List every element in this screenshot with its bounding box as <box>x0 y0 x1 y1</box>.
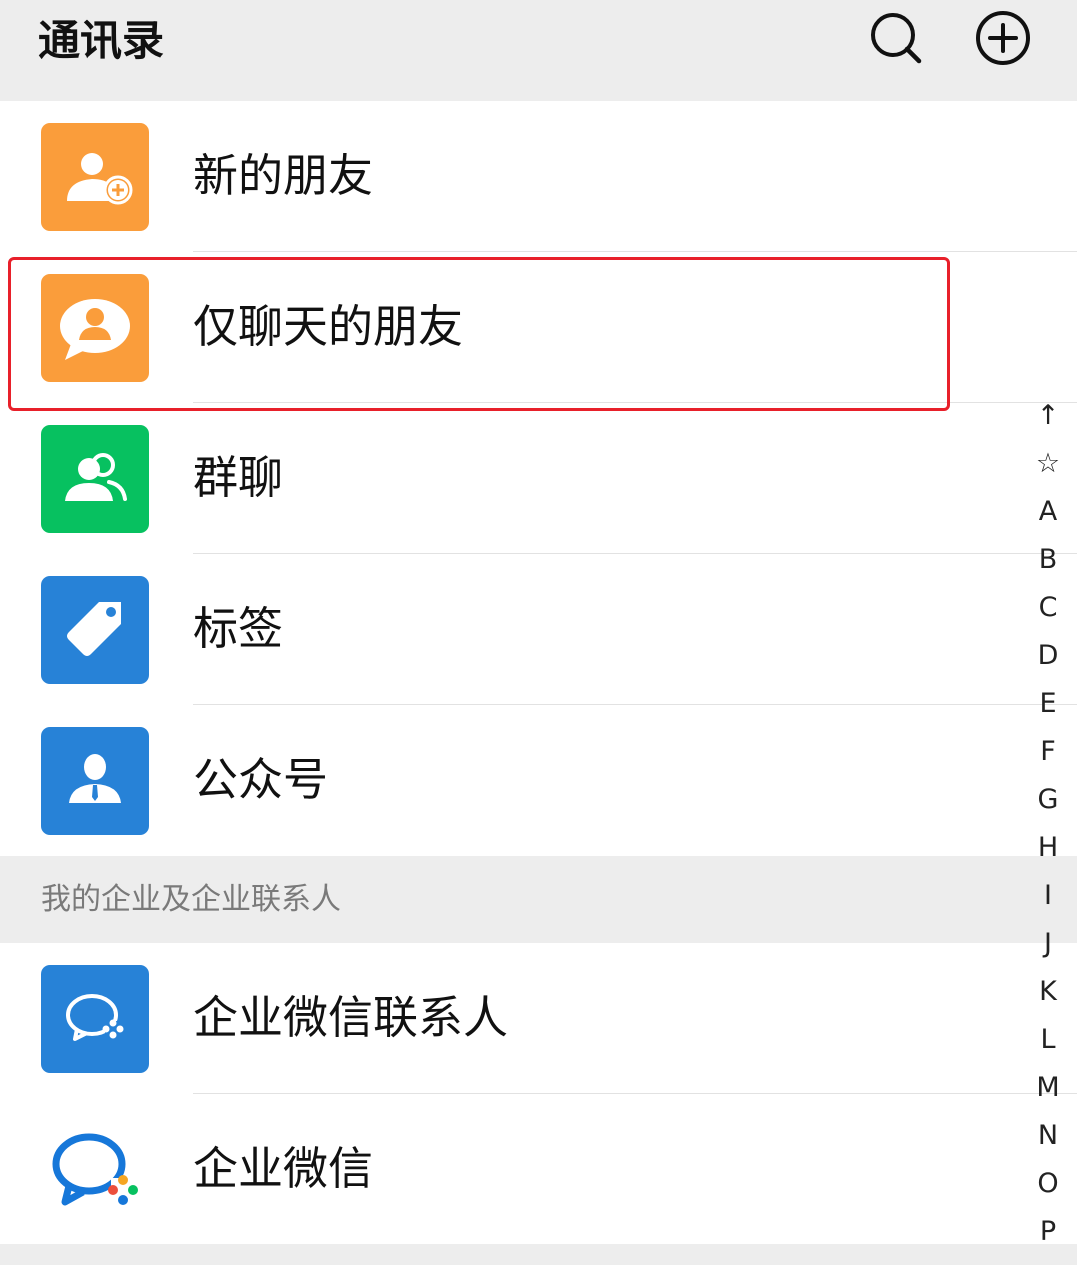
index-letter[interactable]: D <box>1028 632 1068 680</box>
chat-only-friend-icon <box>41 274 149 382</box>
enterprise-contacts-list: 企业微信联系人 企业微信 <box>0 943 1077 1244</box>
list-item-tags[interactable]: 标签 <box>0 554 1077 705</box>
tag-icon <box>41 576 149 684</box>
list-item-wecom-contacts[interactable]: 企业微信联系人 <box>0 943 1077 1094</box>
contacts-screen: 通讯录 新的朋友 仅聊天的朋友 群聊 标签 公众号 我的企业及企业联系人 企业微… <box>0 0 1077 1265</box>
index-letter[interactable]: M <box>1028 1064 1068 1112</box>
section-title: 我的企业及企业联系人 <box>41 882 341 917</box>
index-letter[interactable]: F <box>1028 728 1068 776</box>
list-item-chat-only-friends[interactable]: 仅聊天的朋友 <box>0 252 1077 403</box>
index-letter[interactable]: B <box>1028 536 1068 584</box>
index-letter[interactable]: N <box>1028 1112 1068 1160</box>
add-button[interactable] <box>973 8 1033 68</box>
index-letter[interactable]: ↑ <box>1028 392 1068 440</box>
index-letter[interactable]: H <box>1028 824 1068 872</box>
list-item-label: 标签 <box>193 602 284 655</box>
index-letter[interactable]: L <box>1028 1016 1068 1064</box>
list-item-group-chats[interactable]: 群聊 <box>0 403 1077 554</box>
list-item-wecom[interactable]: 企业微信 <box>0 1094 1077 1245</box>
index-letter[interactable]: ☆ <box>1028 440 1068 488</box>
wecom-logo-icon <box>41 1116 149 1224</box>
list-item-label: 企业微信联系人 <box>193 991 509 1044</box>
index-letter[interactable]: E <box>1028 680 1068 728</box>
list-item-official-accounts[interactable]: 公众号 <box>0 705 1077 856</box>
index-letter[interactable]: C <box>1028 584 1068 632</box>
list-item-label: 公众号 <box>193 753 329 806</box>
top-bar: 通讯录 <box>0 0 1077 101</box>
wecom-contacts-icon <box>41 965 149 1073</box>
index-letter[interactable]: A <box>1028 488 1068 536</box>
index-letter[interactable]: K <box>1028 968 1068 1016</box>
list-item-label: 新的朋友 <box>193 149 374 202</box>
index-letter[interactable]: P <box>1028 1208 1068 1256</box>
index-letter[interactable]: O <box>1028 1160 1068 1208</box>
list-item-label: 仅聊天的朋友 <box>193 300 464 353</box>
index-letter[interactable]: I <box>1028 872 1068 920</box>
page-title: 通讯录 <box>38 16 165 65</box>
plus-circle-icon <box>976 11 1030 65</box>
search-icon <box>871 13 922 64</box>
contacts-function-list: 新的朋友 仅聊天的朋友 群聊 标签 公众号 <box>0 101 1077 856</box>
alphabet-index-bar[interactable]: ↑ ☆ A B C D E F G H I J K L M N O P <box>1028 392 1068 1256</box>
group-chat-icon <box>41 425 149 533</box>
list-item-label: 企业微信 <box>193 1142 374 1195</box>
index-letter[interactable]: J <box>1028 920 1068 968</box>
list-item-new-friends[interactable]: 新的朋友 <box>0 101 1077 252</box>
official-account-icon <box>41 727 149 835</box>
index-letter[interactable]: G <box>1028 776 1068 824</box>
section-header: 我的企业及企业联系人 <box>0 856 1077 943</box>
search-button[interactable] <box>866 8 926 68</box>
add-friend-icon <box>41 123 149 231</box>
bottom-spacer <box>0 1244 1077 1265</box>
list-item-label: 群聊 <box>193 451 284 504</box>
